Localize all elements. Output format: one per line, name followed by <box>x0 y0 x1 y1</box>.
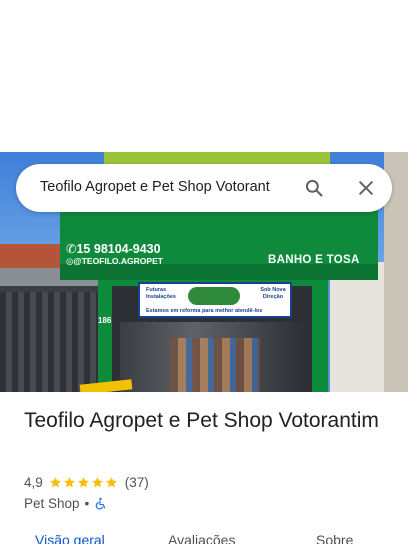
place-category: Pet Shop <box>24 495 80 511</box>
sign-number: 186 <box>98 316 112 325</box>
search-input[interactable]: Teofilo Agropet e Pet Shop Votorant <box>40 179 270 195</box>
place-tabs: Visão geral Avaliações Sobre <box>0 530 408 544</box>
banner-right-text: Sob Nova Direção <box>260 287 286 300</box>
separator-dot: • <box>84 495 90 511</box>
banner-logo <box>188 287 240 305</box>
star-icon <box>91 476 103 487</box>
rating-stars <box>49 476 119 489</box>
star-icon <box>77 476 89 487</box>
whatsapp-icon: ✆ <box>66 242 77 256</box>
photo-right-wall <box>330 262 386 392</box>
star-icon <box>105 476 117 487</box>
sign-service: BANHO E TOSA <box>268 254 360 266</box>
photo-shop-items <box>170 338 260 392</box>
sign-instagram-text: @TEOFILO.AGROPET <box>73 256 163 266</box>
tab-overview[interactable]: Visão geral <box>35 532 105 544</box>
wheelchair-icon <box>96 497 106 509</box>
blank-header-area <box>0 0 408 152</box>
banner-left-text: Futuras Instalações <box>146 287 176 300</box>
rating-value: 4,9 <box>24 474 43 490</box>
star-icon <box>63 476 75 487</box>
storefront-banner: Futuras Instalações Sob Nova Direção Est… <box>138 282 292 318</box>
place-title: Teofilo Agropet e Pet Shop Votorantim <box>24 409 379 432</box>
review-count[interactable]: (37) <box>125 475 149 490</box>
sign-phone-text: 15 98104-9430 <box>76 242 161 256</box>
close-icon[interactable] <box>356 178 376 198</box>
sign-instagram: ◎@TEOFILO.AGROPET <box>66 256 163 267</box>
photo-left-gate <box>0 292 100 392</box>
search-bar[interactable]: Teofilo Agropet e Pet Shop Votorant <box>16 164 392 212</box>
tab-reviews[interactable]: Avaliações <box>168 532 235 544</box>
banner-bottom-text: Estamos em reforma para melhor atendê-lo… <box>146 308 263 314</box>
category-row: Pet Shop • <box>24 494 107 512</box>
sign-phone: ✆15 98104-9430 <box>66 241 161 256</box>
tab-about[interactable]: Sobre <box>316 532 353 544</box>
rating-row[interactable]: 4,9 (37) <box>24 473 149 491</box>
search-icon[interactable] <box>304 178 324 198</box>
star-icon <box>49 476 61 487</box>
